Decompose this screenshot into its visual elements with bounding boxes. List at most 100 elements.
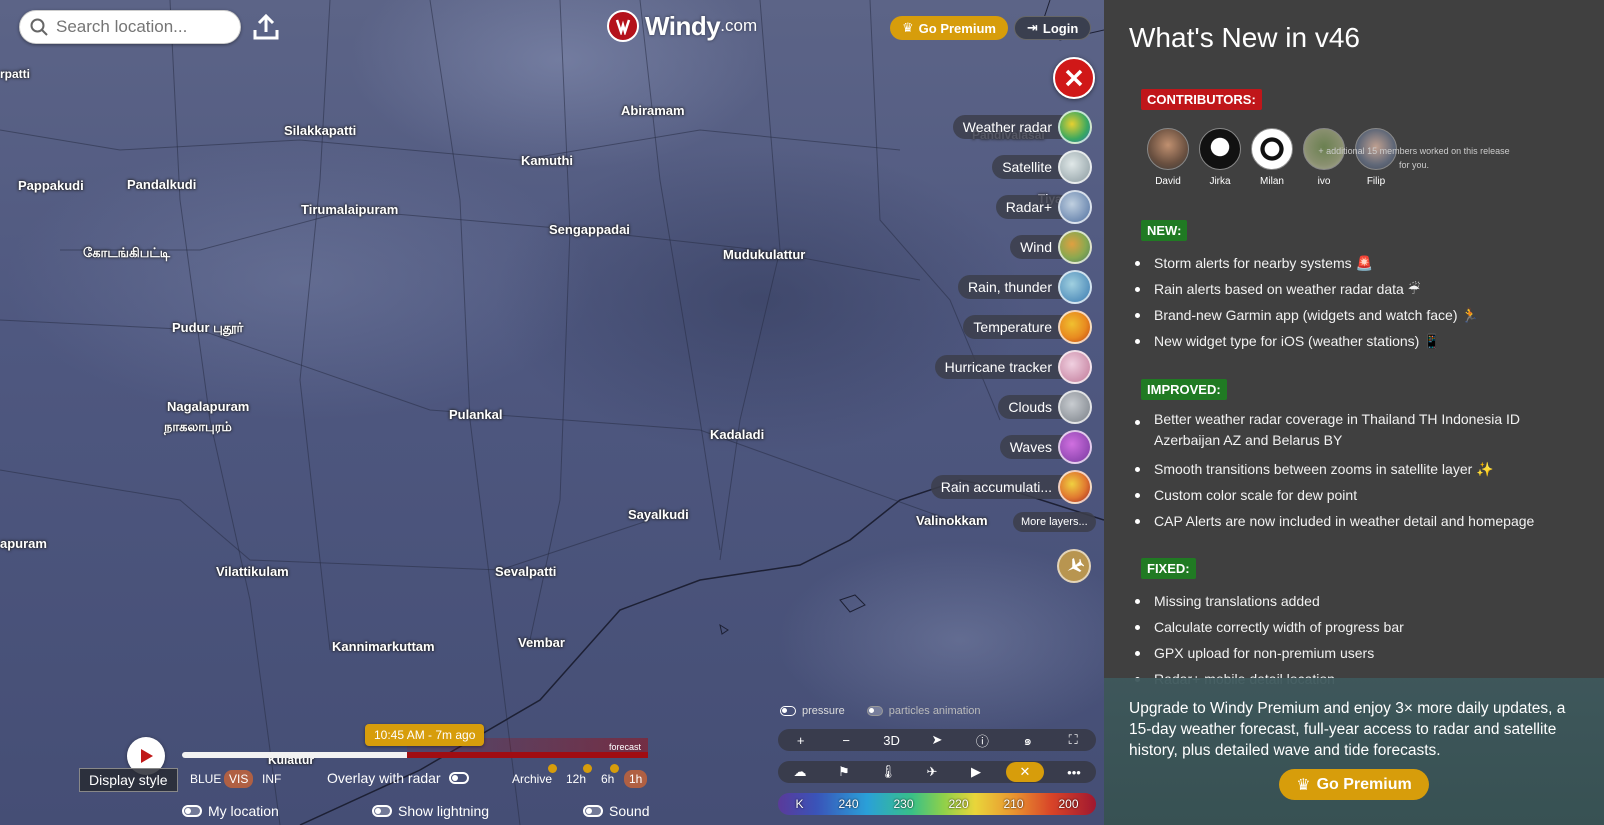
mode-inf[interactable]: INF <box>262 772 281 786</box>
toggle-icon <box>583 805 603 817</box>
search-box[interactable] <box>19 10 241 44</box>
temperature-thumb-icon <box>1058 310 1092 344</box>
time-badge[interactable]: 10:45 AM - 7m ago <box>365 724 485 746</box>
scale-unit: K <box>795 797 804 811</box>
logo-brand: Windy <box>645 10 721 41</box>
particles-label: particles animation <box>888 705 981 717</box>
rain-accumulation-thumb-icon <box>1058 470 1092 504</box>
3d-button[interactable]: 3D <box>878 733 906 748</box>
layer-hurricane-tracker[interactable]: Hurricane tracker <box>934 350 1092 384</box>
close-button[interactable] <box>1053 57 1095 99</box>
sound-toggle[interactable]: Sound <box>583 803 649 819</box>
locate-icon[interactable]: ➤ <box>923 732 951 748</box>
layer-wind[interactable]: Wind <box>1010 230 1092 264</box>
close-icon <box>1065 69 1083 87</box>
avatar-name: Jirka <box>1209 176 1231 187</box>
map-roads <box>0 0 1104 825</box>
avatar[interactable]: David <box>1147 128 1189 187</box>
place-label: Sengappadai <box>549 222 630 237</box>
windy-logo[interactable]: Windy .com <box>607 10 757 42</box>
more-icon[interactable]: ••• <box>1060 765 1088 780</box>
new-tag: NEW: <box>1141 220 1188 241</box>
map[interactable]: rpatti Silakkapatti Abiramam Pappakudi P… <box>0 0 1104 825</box>
list-item: Custom color scale for dew point <box>1132 482 1562 508</box>
place-label: Abiramam <box>621 103 685 118</box>
list-item: Calculate correctly width of progress ba… <box>1132 614 1404 640</box>
layer-temperature[interactable]: Temperature <box>963 310 1092 344</box>
avatar-name: Filip <box>1366 176 1386 187</box>
layer-rain-thunder[interactable]: Rain, thunder <box>957 270 1092 304</box>
mode-blue[interactable]: BLUE <box>190 772 221 786</box>
layer-clouds[interactable]: Clouds <box>998 390 1092 424</box>
timeline-bar[interactable] <box>182 752 648 758</box>
particles-toggle[interactable]: particles animation <box>866 705 981 717</box>
show-lightning-toggle[interactable]: Show lightning <box>372 803 489 819</box>
webcam-icon[interactable]: ▶ <box>962 764 990 780</box>
clouds-thumb-icon <box>1058 390 1092 424</box>
toggle-icon <box>780 706 796 716</box>
place-label: Kamuthi <box>521 153 573 168</box>
overlay-radar-label: Overlay with radar <box>327 770 441 786</box>
layer-radar-plus[interactable]: Radar+ <box>995 190 1092 224</box>
radar-plus-thumb-icon <box>1058 190 1092 224</box>
more-layers-button[interactable]: More layers... <box>1013 512 1096 532</box>
my-location-label: My location <box>208 803 279 819</box>
my-location-toggle[interactable]: My location <box>182 803 279 819</box>
map-toolbar: + − 3D ➤ ⓘ ๑ ⛶ <box>778 729 1096 751</box>
login-button[interactable]: ⇥ Login <box>1014 16 1092 40</box>
zoom-in-button[interactable]: + <box>787 733 815 748</box>
toggle-icon <box>182 805 202 817</box>
improved-tag: IMPROVED: <box>1141 379 1227 400</box>
windy-logo-icon <box>607 10 639 42</box>
improved-list: Better weather radar coverage in Thailan… <box>1132 409 1562 534</box>
step-1h[interactable]: 1h <box>624 770 648 788</box>
archive-button[interactable]: Archive <box>512 772 552 786</box>
upload-button[interactable] <box>250 11 284 43</box>
airport-button[interactable] <box>1057 549 1091 583</box>
upload-icon <box>253 13 279 40</box>
contributors-tag: CONTRIBUTORS: <box>1141 89 1262 110</box>
search-input[interactable] <box>56 17 226 37</box>
weather-icon[interactable]: ☁ <box>786 764 814 780</box>
plane-icon[interactable]: ✈ <box>918 764 946 780</box>
toggle-icon <box>372 805 392 817</box>
avatar[interactable]: Jirka <box>1199 128 1241 187</box>
place-label: Tirumalaipuram <box>301 202 399 217</box>
thermometer-icon[interactable]: 🌡 <box>874 764 902 780</box>
go-premium-button[interactable]: ♛ Go Premium <box>890 16 1008 40</box>
avatar[interactable]: Milan <box>1251 128 1293 187</box>
upsell-text: Upgrade to Windy Premium and enjoy 3× mo… <box>1129 700 1566 759</box>
hurricane-icon[interactable]: ๑ <box>1014 730 1042 751</box>
layer-waves[interactable]: Waves <box>999 430 1092 464</box>
mode-vis[interactable]: VIS <box>224 770 254 788</box>
layer-satellite[interactable]: Satellite <box>992 150 1092 184</box>
satellite-thumb-icon <box>1058 150 1092 184</box>
layer-rain-accumulation[interactable]: Rain accumulati... <box>930 470 1092 504</box>
upsell-button-label: Go Premium <box>1316 775 1412 793</box>
overlay-radar-toggle[interactable]: Overlay with radar <box>327 770 469 786</box>
go-premium-label: Go Premium <box>918 20 996 36</box>
pressure-toggle[interactable]: pressure <box>780 705 845 717</box>
color-scale[interactable]: K 240 230 220 210 200 <box>778 793 1096 815</box>
place-label: Vembar <box>518 635 565 650</box>
crown-icon: ♛ <box>902 20 914 35</box>
place-label: Pulankal <box>449 407 503 422</box>
sound-label: Sound <box>609 803 650 819</box>
place-label: rpatti <box>0 67 30 81</box>
place-label: Kadaladi <box>710 427 765 442</box>
step-12h[interactable]: 12h <box>566 772 586 786</box>
layer-weather-radar[interactable]: Weather radar <box>952 110 1092 144</box>
rain-thunder-thumb-icon <box>1058 270 1092 304</box>
info-icon[interactable]: ⓘ <box>968 731 996 750</box>
close-overlay-icon[interactable]: ✕ <box>1006 762 1044 782</box>
radar-thumb-icon <box>1058 110 1092 144</box>
place-label: Mudukulattur <box>723 247 806 262</box>
step-6h[interactable]: 6h <box>601 772 614 786</box>
upsell-premium-button[interactable]: ♛ Go Premium <box>1279 769 1429 800</box>
list-item: Rain alerts based on weather radar data … <box>1132 276 1479 302</box>
flag-icon[interactable]: ⚑ <box>830 764 858 780</box>
scale-tick: 230 <box>893 797 914 811</box>
zoom-out-button[interactable]: − <box>832 733 860 748</box>
panel-title: What's New in v46 <box>1129 22 1360 53</box>
fullscreen-icon[interactable]: ⛶ <box>1059 732 1087 748</box>
